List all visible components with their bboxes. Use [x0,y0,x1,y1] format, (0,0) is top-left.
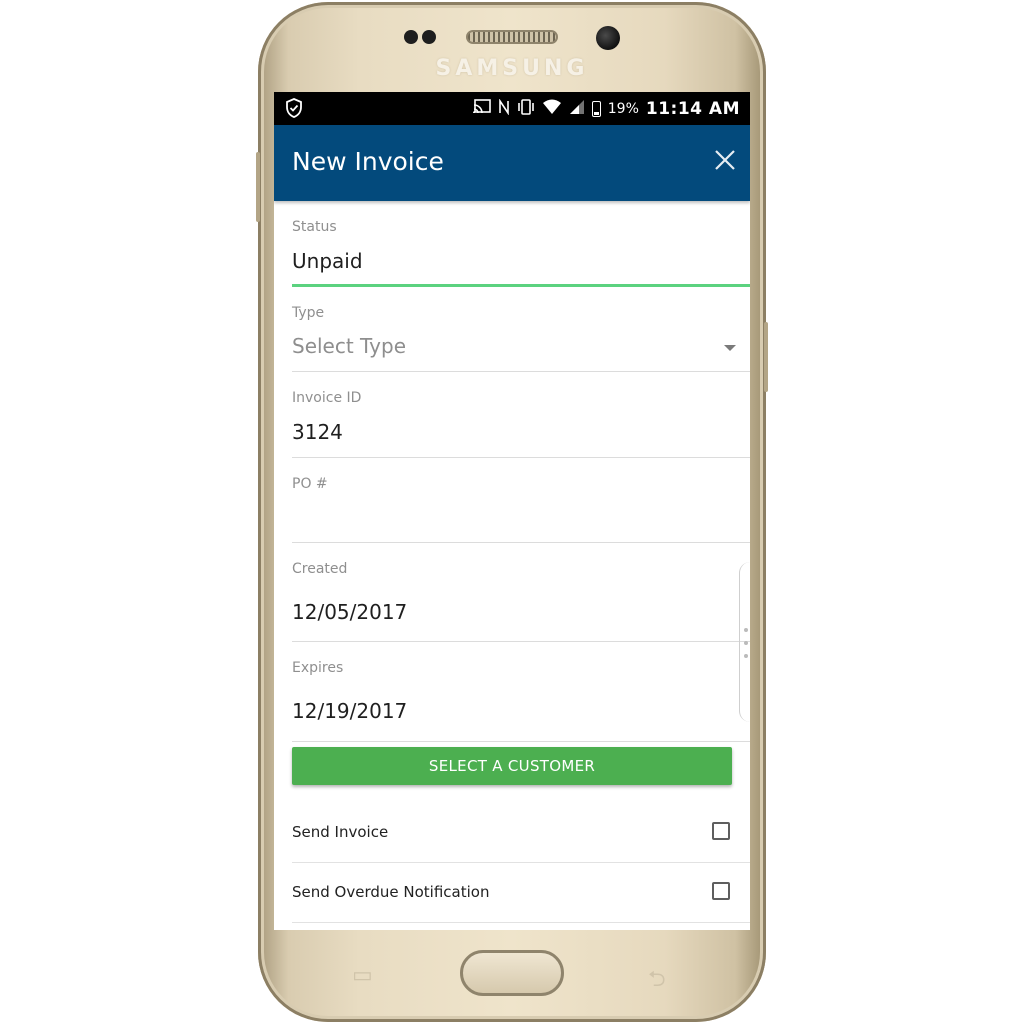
dropdown-arrow-icon [724,345,736,351]
type-label: Type [292,305,325,321]
clock: 11:14 AM [645,98,740,119]
created-label: Created [292,561,348,577]
status-value: Unpaid [292,249,363,273]
send-invoice-row[interactable]: Send Invoice [292,803,750,863]
created-date-field[interactable]: Created 12/05/2017 [292,543,750,642]
invoice-id-label: Invoice ID [292,390,362,406]
power-button [764,322,768,392]
send-overdue-label: Send Overdue Notification [292,883,490,901]
created-value: 12/05/2017 [292,600,408,624]
select-customer-button[interactable]: SELECT A CUSTOMER [292,747,732,785]
screen: 19% 11:14 AM New Invoice Status Unpaid T… [274,92,750,930]
invoice-id-field[interactable]: Invoice ID 3124 [292,372,750,458]
recent-apps-key-icon[interactable]: ▭ [352,962,373,988]
shield-check-icon [286,98,302,123]
back-key-icon[interactable]: ⮌ [648,962,666,1000]
send-overdue-row[interactable]: Send Overdue Notification [292,863,750,923]
send-overdue-checkbox[interactable] [712,882,730,900]
type-placeholder: Select Type [292,334,406,358]
type-dropdown[interactable]: Type Select Type [292,287,750,372]
expires-date-field[interactable]: Expires 12/19/2017 [292,642,750,742]
expires-value: 12/19/2017 [292,699,408,723]
invoice-form: Status Unpaid Type Select Type Invoice I… [274,201,750,923]
brand-logo: SAMSUNG [435,56,589,81]
edge-panel-dots [744,628,748,667]
volume-button [256,152,260,222]
send-invoice-label: Send Invoice [292,823,389,841]
send-invoice-checkbox[interactable] [712,822,730,840]
close-button[interactable] [712,147,738,173]
sensor-dots [404,30,440,49]
invoice-id-value: 3124 [292,420,343,444]
status-label: Status [292,219,337,235]
po-number-field[interactable]: PO # [292,458,750,543]
battery-icon [591,100,601,117]
nfc-icon [498,97,510,119]
earpiece-speaker [466,30,558,44]
close-icon [715,150,735,170]
po-number-label: PO # [292,476,328,492]
app-bar: New Invoice [274,125,750,201]
home-button[interactable] [460,950,564,996]
page-title: New Invoice [292,147,444,176]
cast-icon [472,98,491,119]
wifi-icon [542,99,562,119]
vibrate-icon [517,98,535,119]
battery-percent: 19% [607,100,639,117]
status-field[interactable]: Status Unpaid [292,201,750,287]
expires-label: Expires [292,660,344,676]
signal-icon [569,99,585,119]
status-bar: 19% 11:14 AM [274,92,750,125]
front-camera [596,26,620,50]
